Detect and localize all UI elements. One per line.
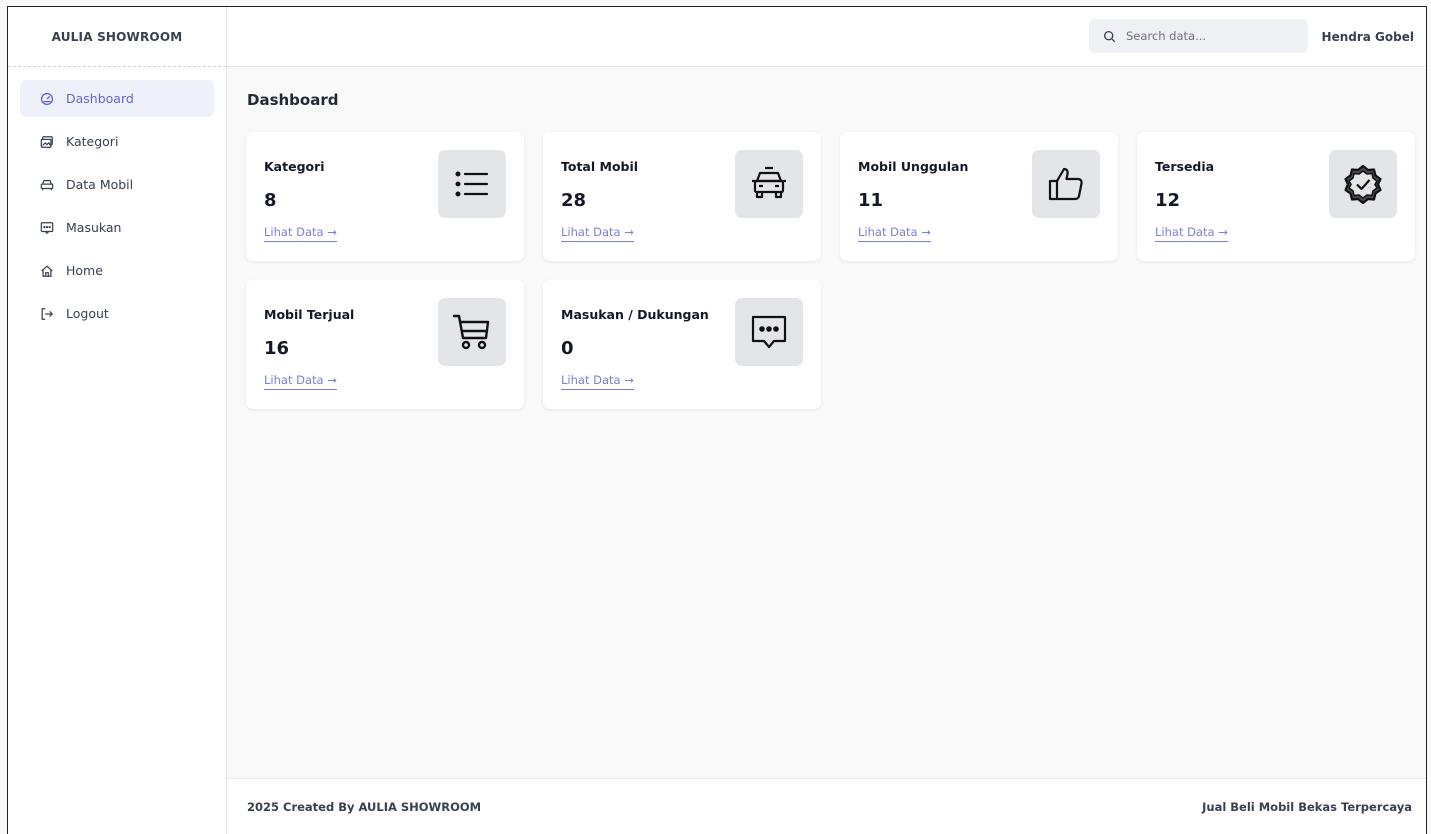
sidebar-item-label: Kategori [66,134,119,149]
card-title: Total Mobil [561,159,639,174]
lihat-data-link[interactable]: Lihat Data → [264,373,337,390]
footer: 2025 Created By AULIA SHOWROOM Jual Beli… [227,778,1426,834]
sidebar-item-logout[interactable]: Logout [20,295,214,332]
card-title: Masukan / Dukungan [561,307,709,322]
page-title: Dashboard [247,91,339,109]
sidebar: AULIA SHOWROOM Dashboard Kategori Data M… [8,7,227,834]
stat-card-tersedia: Tersedia 12 Lihat Data → [1137,132,1415,261]
search-input[interactable] [1126,29,1286,43]
chat-icon [735,298,803,366]
search-box[interactable] [1089,19,1308,53]
logout-icon [40,307,54,321]
sidebar-item-label: Dashboard [66,91,134,106]
stat-card-total-mobil: Total Mobil 28 Lihat Data → [543,132,821,261]
card-value: 0 [561,338,574,359]
sidebar-menu: Dashboard Kategori Data Mobil Masukan Ho… [8,67,226,332]
lihat-data-link[interactable]: Lihat Data → [1155,225,1228,242]
brand-logo[interactable]: AULIA SHOWROOM [8,7,226,67]
lihat-data-link[interactable]: Lihat Data → [264,225,337,242]
footer-tagline: Jual Beli Mobil Bekas Terpercaya [1202,799,1412,814]
cart-icon [438,298,506,366]
thumbs-up-icon [1032,150,1100,218]
card-title: Mobil Terjual [264,307,355,322]
stat-card-mobil-unggulan: Mobil Unggulan 11 Lihat Data → [840,132,1118,261]
sidebar-item-dashboard[interactable]: Dashboard [20,80,214,117]
main-content: Dashboard Kategori 8 Lihat Data → Total … [227,67,1426,778]
search-icon [1103,30,1116,42]
lihat-data-link[interactable]: Lihat Data → [561,225,634,242]
taxi-icon [735,150,803,218]
sidebar-item-label: Masukan [66,220,122,235]
card-value: 12 [1155,190,1181,211]
top-header: Hendra Gobel [227,7,1426,67]
sidebar-item-label: Data Mobil [66,177,134,192]
lihat-data-link[interactable]: Lihat Data → [561,373,634,390]
stat-card-kategori: Kategori 8 Lihat Data → [246,132,524,261]
car-icon [40,178,54,192]
card-value: 28 [561,190,587,211]
footer-copyright: 2025 Created By AULIA SHOWROOM [247,799,482,814]
card-title: Mobil Unggulan [858,159,969,174]
card-value: 8 [264,190,277,211]
sidebar-item-label: Home [66,263,103,278]
lihat-data-link[interactable]: Lihat Data → [858,225,931,242]
badge-check-icon [1329,150,1397,218]
card-title: Kategori [264,159,325,174]
gauge-icon [40,92,54,106]
stat-card-mobil-terjual: Mobil Terjual 16 Lihat Data → [246,280,524,409]
app-frame: AULIA SHOWROOM Dashboard Kategori Data M… [7,6,1427,834]
card-value: 16 [264,338,290,359]
sidebar-item-masukan[interactable]: Masukan [20,209,214,246]
home-icon [40,264,54,278]
list-icon [438,150,506,218]
message-icon [40,221,54,235]
sidebar-item-label: Logout [66,306,109,321]
sidebar-item-kategori[interactable]: Kategori [20,123,214,160]
images-icon [40,135,54,149]
card-title: Tersedia [1155,159,1215,174]
sidebar-item-data-mobil[interactable]: Data Mobil [20,166,214,203]
card-value: 11 [858,190,884,211]
stat-card-masukan-dukungan: Masukan / Dukungan 0 Lihat Data → [543,280,821,409]
user-name[interactable]: Hendra Gobel [1322,7,1414,67]
sidebar-item-home[interactable]: Home [20,252,214,289]
